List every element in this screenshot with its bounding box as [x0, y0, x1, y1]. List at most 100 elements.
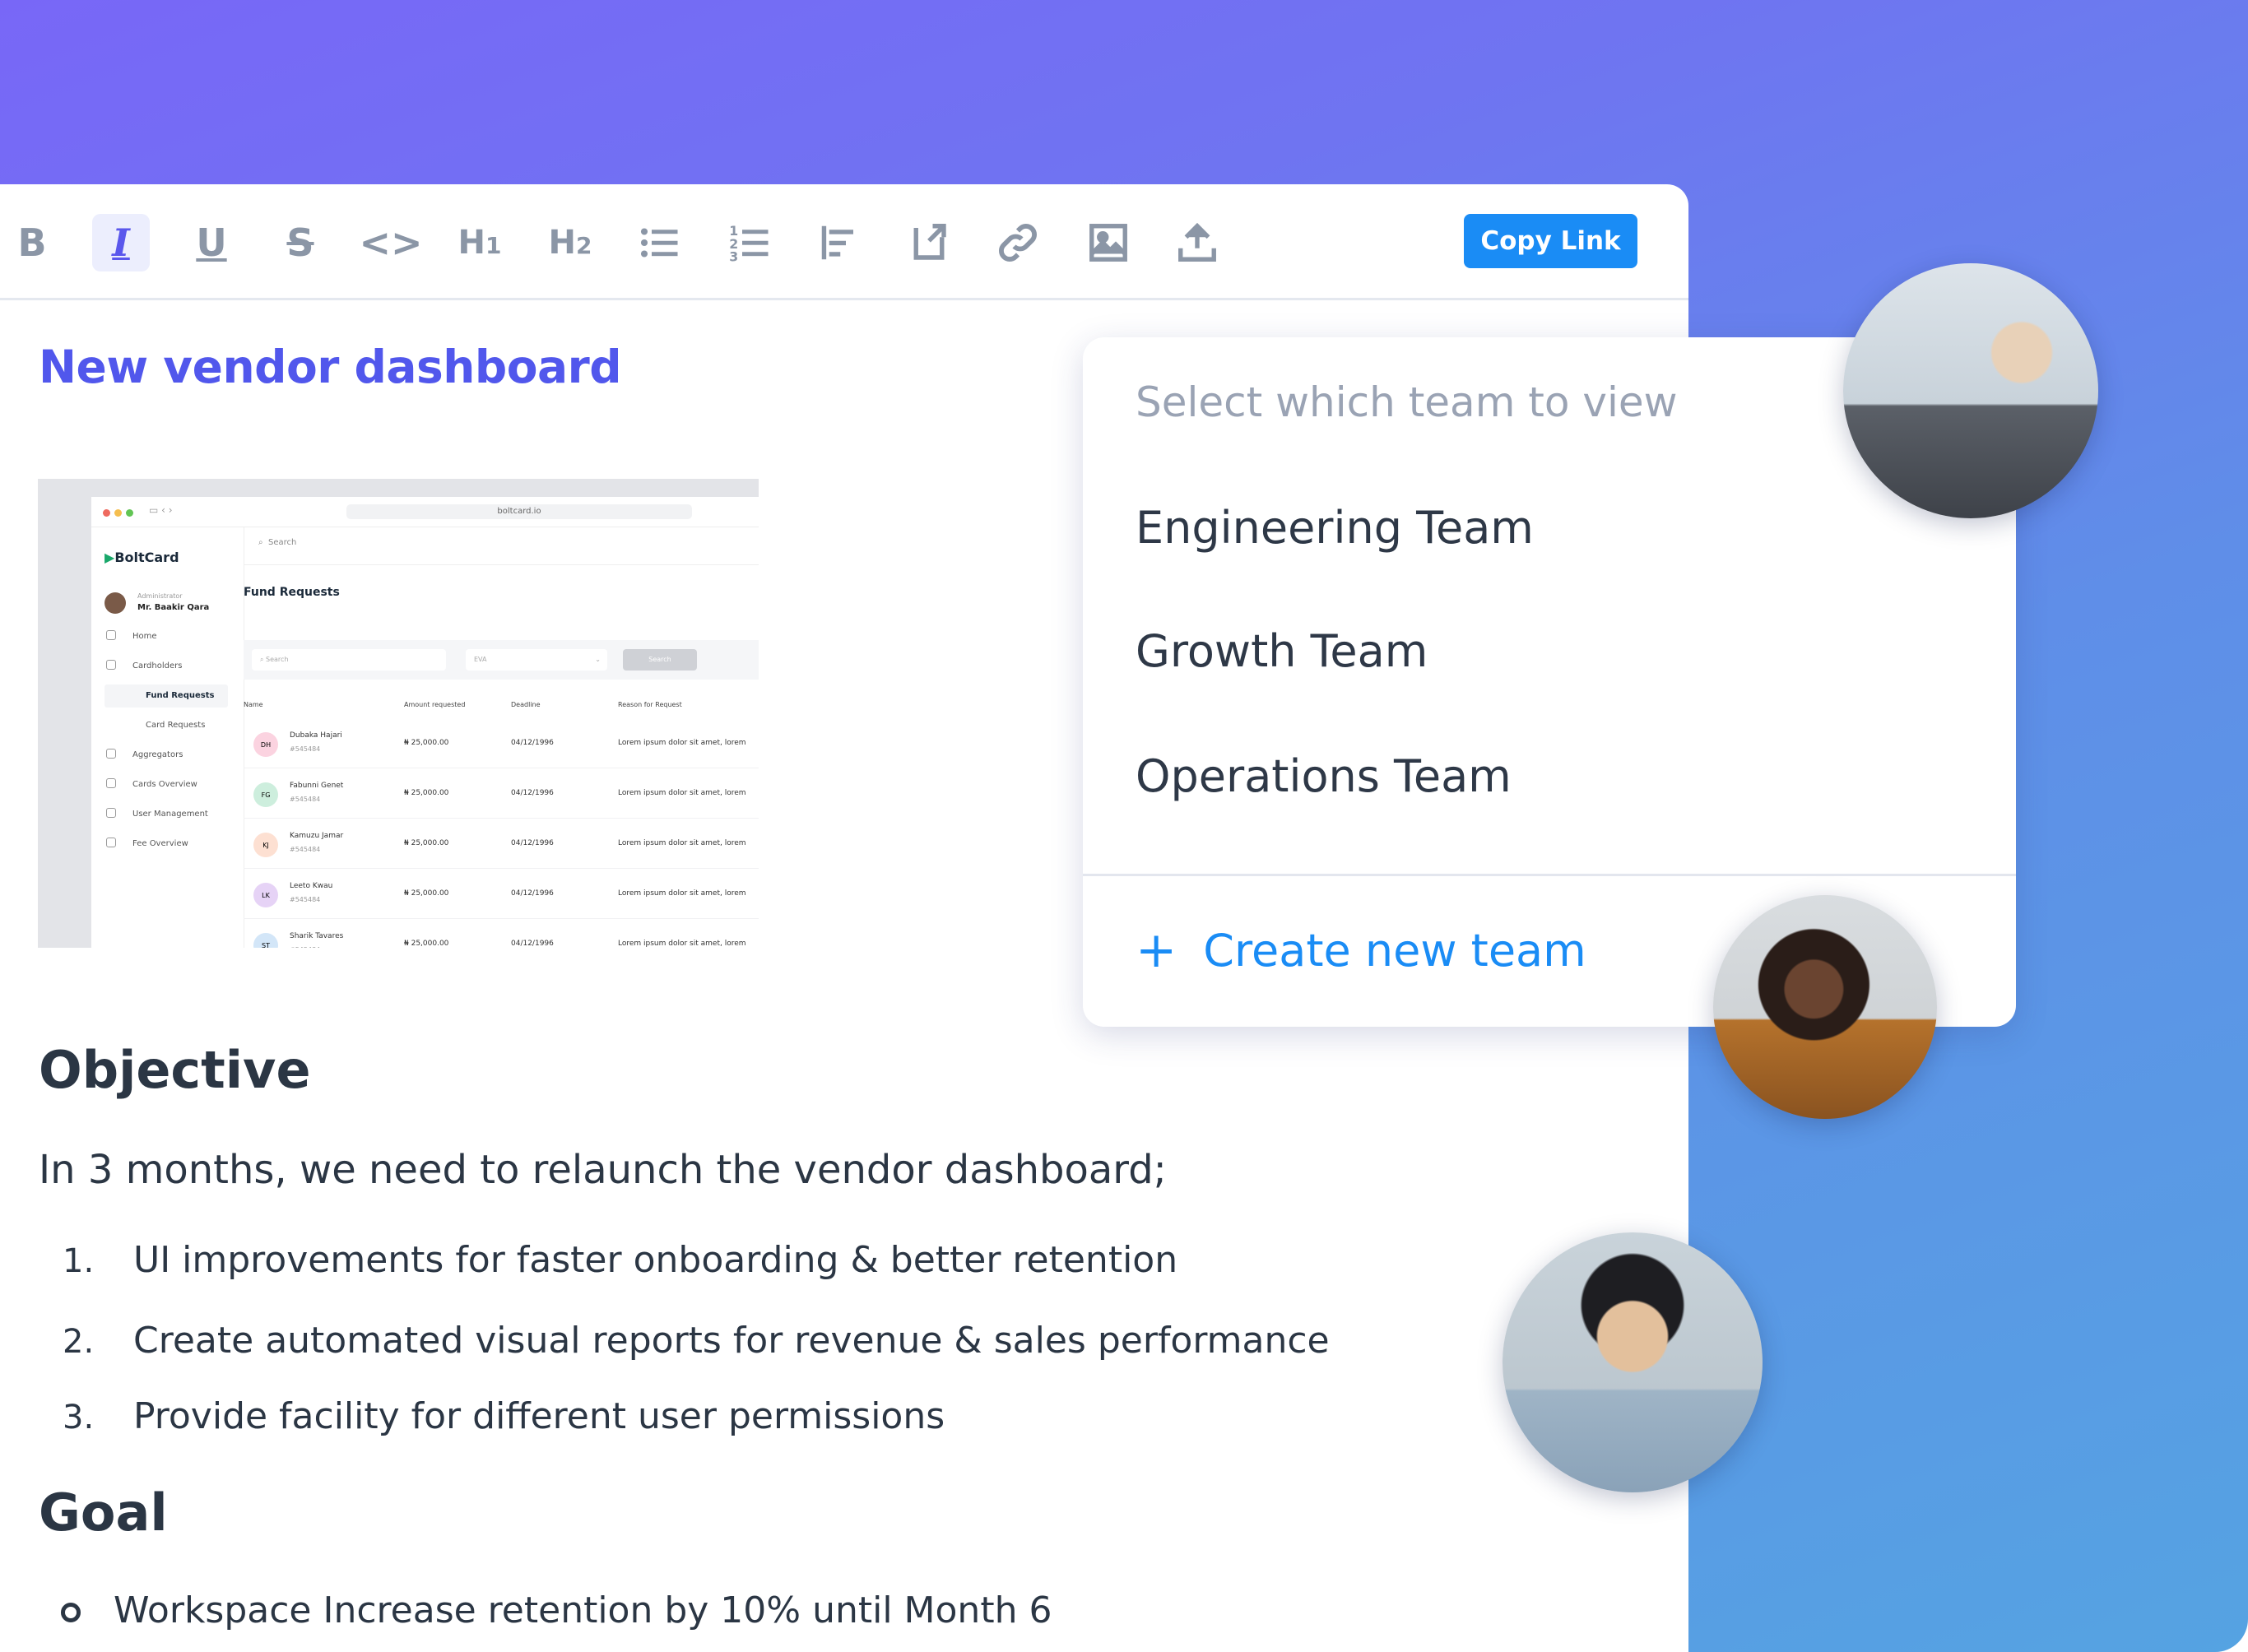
image-button[interactable]	[1080, 214, 1137, 271]
screenshot-row-name: Sharik Tavares	[290, 932, 344, 940]
chevron-down-icon: ⌄	[595, 656, 601, 663]
screenshot-column-header: Name	[244, 701, 263, 708]
copy-link-button[interactable]: Copy Link	[1464, 214, 1637, 268]
screenshot-nav-item: Cards Overview	[132, 780, 197, 789]
screenshot-sidebar: ▶BoltCard Administrator Mr. Baakir Qara …	[91, 527, 244, 948]
bullet-icon	[61, 1603, 81, 1622]
formatting-toolbar: B I U S <> H1 H2 123 Copy Link	[0, 184, 1688, 300]
objective-list-item[interactable]: Create automated visual reports for reve…	[133, 1320, 1330, 1362]
screenshot-column-header: Reason for Request	[618, 701, 682, 708]
embed-icon	[913, 224, 946, 260]
screenshot-browser-bar: ▭ ‹ › boltcard.io	[91, 497, 759, 527]
strikethrough-button[interactable]: S	[272, 214, 329, 271]
screenshot-nav-item: User Management	[132, 810, 208, 819]
avatar-operations-photo	[1503, 1232, 1763, 1492]
screenshot-row-name: Leeto Kwau	[290, 882, 333, 890]
screenshot-row-reason: Lorem ipsum dolor sit amet, lorem	[618, 789, 746, 797]
screenshot-page-title: Fund Requests	[244, 586, 340, 599]
underline-button[interactable]: U	[183, 214, 240, 271]
screenshot-row-reason: Lorem ipsum dolor sit amet, lorem	[618, 940, 746, 948]
objective-list-item[interactable]: Provide facility for different user perm…	[133, 1395, 945, 1437]
cards-icon	[106, 778, 116, 788]
upload-button[interactable]	[1168, 214, 1226, 271]
team-option-operations[interactable]: Operations Team	[1136, 750, 1512, 802]
objective-paragraph[interactable]: In 3 months, we need to relaunch the ven…	[39, 1147, 1167, 1193]
team-option-engineering[interactable]: Engineering Team	[1136, 502, 1534, 554]
objective-list-number: 1.	[63, 1242, 95, 1280]
dropdown-divider	[1083, 874, 2016, 876]
screenshot-row-avatar: DH	[253, 732, 278, 757]
screenshot-column-header: Amount requested	[404, 701, 466, 708]
screenshot-row-reason: Lorem ipsum dolor sit amet, lorem	[618, 839, 746, 847]
screenshot-row-reason: Lorem ipsum dolor sit amet, lorem	[618, 889, 746, 898]
heading-2-button[interactable]: H2	[541, 214, 599, 271]
screenshot-row-amount: ₦ 25,000.00	[404, 789, 449, 797]
maximize-dot-icon	[126, 509, 133, 517]
screenshot-nav-item: Home	[132, 632, 157, 641]
screenshot-main: ⌕ Search Fund Requests ⌕ Search EVA ⌄ Sea…	[244, 527, 759, 948]
bold-button[interactable]: B	[3, 214, 61, 271]
screenshot-filter-select-value: EVA	[474, 656, 487, 663]
objective-list-item[interactable]: UI improvements for faster onboarding & …	[133, 1239, 1177, 1281]
home-icon	[106, 630, 116, 640]
link-button[interactable]	[989, 214, 1047, 271]
embed-button[interactable]	[900, 214, 958, 271]
screenshot-row-amount: ₦ 25,000.00	[404, 889, 449, 898]
team-option-growth[interactable]: Growth Team	[1136, 625, 1428, 677]
screenshot-filter-search: ⌕ Search	[252, 649, 446, 671]
screenshot-brand: ▶BoltCard	[105, 550, 179, 565]
user-icon	[106, 808, 116, 818]
screenshot-table-row: FG Fabunni Genet #545484 ₦ 25,000.00 04/12/1…	[244, 768, 759, 819]
screenshot-row-reason: Lorem ipsum dolor sit amet, lorem	[618, 739, 746, 747]
align-left-button[interactable]	[810, 214, 867, 271]
screenshot-row-id: #545484	[290, 745, 321, 753]
fee-icon	[106, 838, 116, 847]
embedded-dashboard-screenshot: ▭ ‹ › boltcard.io ▶BoltCard Administrato…	[38, 479, 759, 948]
screenshot-row-id: #545484	[290, 796, 321, 803]
screenshot-divider	[244, 564, 759, 565]
screenshot-row-name: Kamuzu Jamar	[290, 832, 344, 840]
goal-list-item[interactable]: Workspace Increase retention by 10% unti…	[114, 1589, 1052, 1631]
screenshot-column-header: Deadline	[511, 701, 541, 708]
objective-list-number: 3.	[63, 1399, 95, 1436]
document-title[interactable]: New vendor dashboard	[39, 341, 622, 393]
screenshot-nav-item: Card Requests	[146, 721, 206, 730]
screenshot-filter-bar: ⌕ Search EVA ⌄ Search	[244, 640, 759, 680]
screenshot-filter-search-text: Search	[266, 656, 289, 663]
plus-icon: +	[1136, 921, 1177, 979]
screenshot-row-avatar: FG	[253, 782, 278, 807]
screenshot-nav-item: Fee Overview	[132, 839, 188, 848]
screenshot-browser-window: ▭ ‹ › boltcard.io ▶BoltCard Administrato…	[91, 497, 759, 948]
goal-heading[interactable]: Goal	[39, 1483, 168, 1543]
card-icon	[106, 660, 116, 670]
image-icon	[1089, 224, 1127, 262]
close-dot-icon	[103, 509, 110, 517]
screenshot-search-placeholder: Search	[267, 538, 297, 547]
create-new-team-button[interactable]: + Create new team	[1136, 921, 1586, 979]
numbered-list-button[interactable]: 123	[721, 214, 778, 271]
italic-icon: I	[112, 220, 130, 265]
screenshot-row-name: Dubaka Hajari	[290, 731, 342, 740]
screenshot-url-bar: boltcard.io	[346, 504, 692, 519]
heading-1-icon: H1	[457, 224, 502, 262]
aggregator-icon	[106, 749, 116, 759]
bullet-list-button[interactable]	[630, 214, 688, 271]
heading-1-button[interactable]: H1	[451, 214, 509, 271]
italic-button[interactable]: I	[92, 214, 150, 271]
strikethrough-icon: S	[286, 220, 314, 265]
screenshot-row-avatar: ST	[253, 933, 278, 948]
boltcard-logo-icon: ▶	[105, 550, 115, 565]
upload-icon	[1178, 222, 1216, 262]
screenshot-row-deadline: 04/12/1996	[511, 839, 554, 847]
heading-2-icon: H2	[548, 224, 592, 262]
screenshot-table-row: DH Dubaka Hajari #545484 ₦ 25,000.00 04/12/1…	[244, 717, 759, 768]
code-button[interactable]: <>	[359, 214, 422, 271]
screenshot-filter-select: EVA ⌄	[466, 649, 607, 671]
objective-heading[interactable]: Objective	[39, 1040, 311, 1100]
bold-icon: B	[17, 220, 47, 265]
screenshot-row-amount: ₦ 25,000.00	[404, 739, 449, 747]
screenshot-row-avatar: KJ	[253, 833, 278, 857]
svg-text:3: 3	[729, 249, 738, 265]
bullet-list-icon	[640, 228, 678, 258]
screenshot-row-id: #545484	[290, 896, 321, 903]
